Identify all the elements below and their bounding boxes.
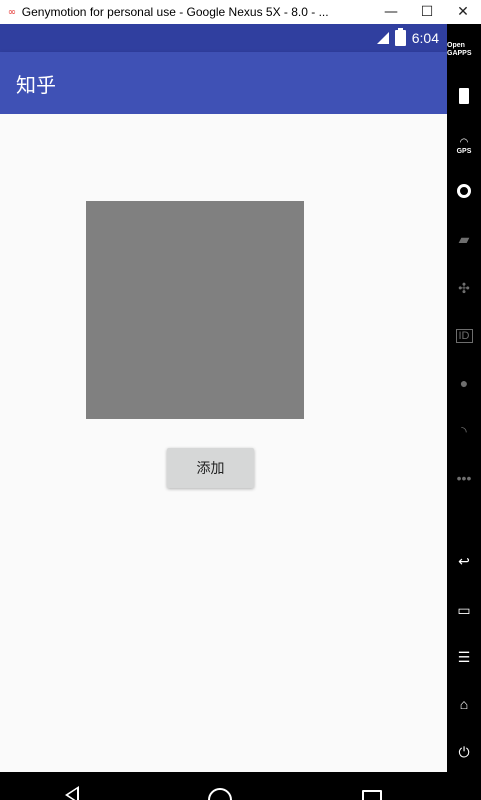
- back-icon[interactable]: [64, 786, 79, 800]
- menu-icon[interactable]: ☰: [447, 645, 481, 669]
- disk-io-icon[interactable]: ●: [447, 371, 481, 395]
- window-controls: — ☐ ✕: [373, 0, 481, 24]
- navigation-bar: [0, 772, 447, 800]
- identifiers-button[interactable]: ID: [447, 324, 481, 348]
- window-title: Genymotion for personal use - Google Nex…: [21, 5, 329, 19]
- genymotion-logo-icon: ∞: [7, 6, 17, 18]
- network-icon[interactable]: ◝: [447, 419, 481, 443]
- back-button-icon[interactable]: ↩: [447, 549, 481, 573]
- home-icon[interactable]: [208, 788, 233, 800]
- genymotion-toolbar: Open GAPPS ◠ GPS ▰ ✣ ID ● ◝ ••• ↩ ▭ ☰ ⌂ …: [447, 24, 481, 800]
- battery-icon: [394, 28, 406, 46]
- recent-apps-button-icon[interactable]: ▭: [447, 598, 481, 622]
- open-gapps-label: Open GAPPS: [447, 42, 472, 57]
- add-button[interactable]: 添加: [167, 448, 254, 488]
- image-placeholder: [86, 201, 304, 419]
- dpad-icon[interactable]: ✣: [447, 276, 481, 300]
- status-time: 6:04: [411, 30, 439, 46]
- battery-widget-icon[interactable]: [447, 84, 481, 108]
- signal-icon: [376, 32, 389, 44]
- gps-widget-button[interactable]: ◠ GPS: [447, 132, 481, 160]
- maximize-button[interactable]: ☐: [409, 0, 445, 24]
- minimize-button[interactable]: —: [373, 0, 409, 24]
- screen-record-icon[interactable]: ▰: [447, 227, 481, 251]
- open-gapps-button[interactable]: Open GAPPS: [447, 38, 481, 62]
- app-bar: 知乎: [0, 52, 447, 114]
- window-titlebar: ∞ Genymotion for personal use - Google N…: [0, 0, 481, 24]
- webcam-icon[interactable]: [447, 179, 481, 203]
- status-icons: 6:04: [376, 28, 439, 46]
- main-content: 添加: [0, 114, 447, 772]
- status-bar: 6:04: [0, 24, 447, 52]
- app-title: 知乎: [16, 72, 56, 97]
- close-button[interactable]: ✕: [445, 0, 481, 24]
- identifiers-label: ID: [455, 329, 473, 343]
- power-icon[interactable]: ⏻: [447, 740, 481, 764]
- gps-label: GPS: [456, 147, 472, 155]
- recent-apps-icon[interactable]: [362, 790, 383, 800]
- wifi-icon: ◠: [459, 136, 469, 148]
- more-icon[interactable]: •••: [447, 466, 481, 490]
- home-button-icon[interactable]: ⌂: [447, 692, 481, 716]
